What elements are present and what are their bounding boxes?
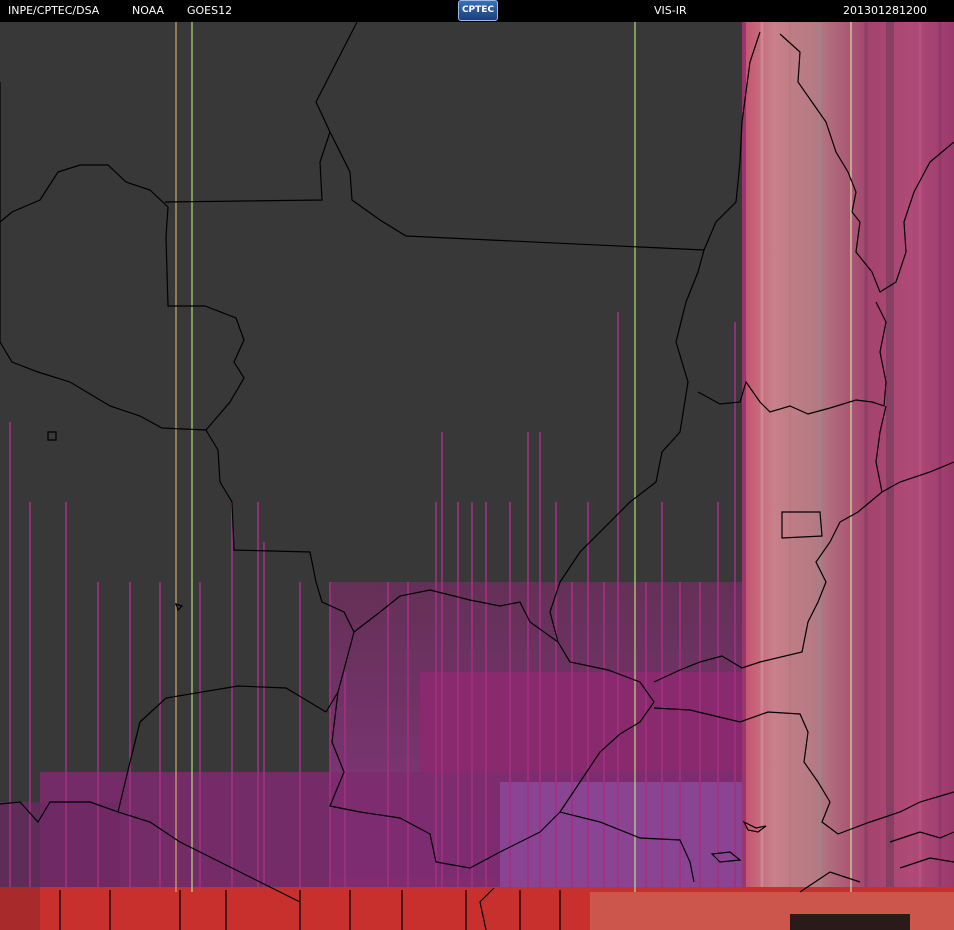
bottom-red-band — [0, 887, 954, 930]
channel-label: VIS-IR — [654, 4, 687, 17]
satellite-image — [0, 22, 954, 930]
cptec-logo: CPTEC — [458, 0, 498, 21]
image-header-bar: INPE/CPTEC/DSA NOAA GOES12 CPTEC VIS-IR … — [0, 0, 954, 22]
satellite-label: GOES12 — [187, 4, 233, 17]
source-label: INPE/CPTEC/DSA — [8, 4, 100, 17]
timestamp-label: 201301281200 — [843, 4, 927, 17]
agency-label: NOAA — [132, 4, 165, 17]
right-artifact-band — [742, 22, 954, 892]
